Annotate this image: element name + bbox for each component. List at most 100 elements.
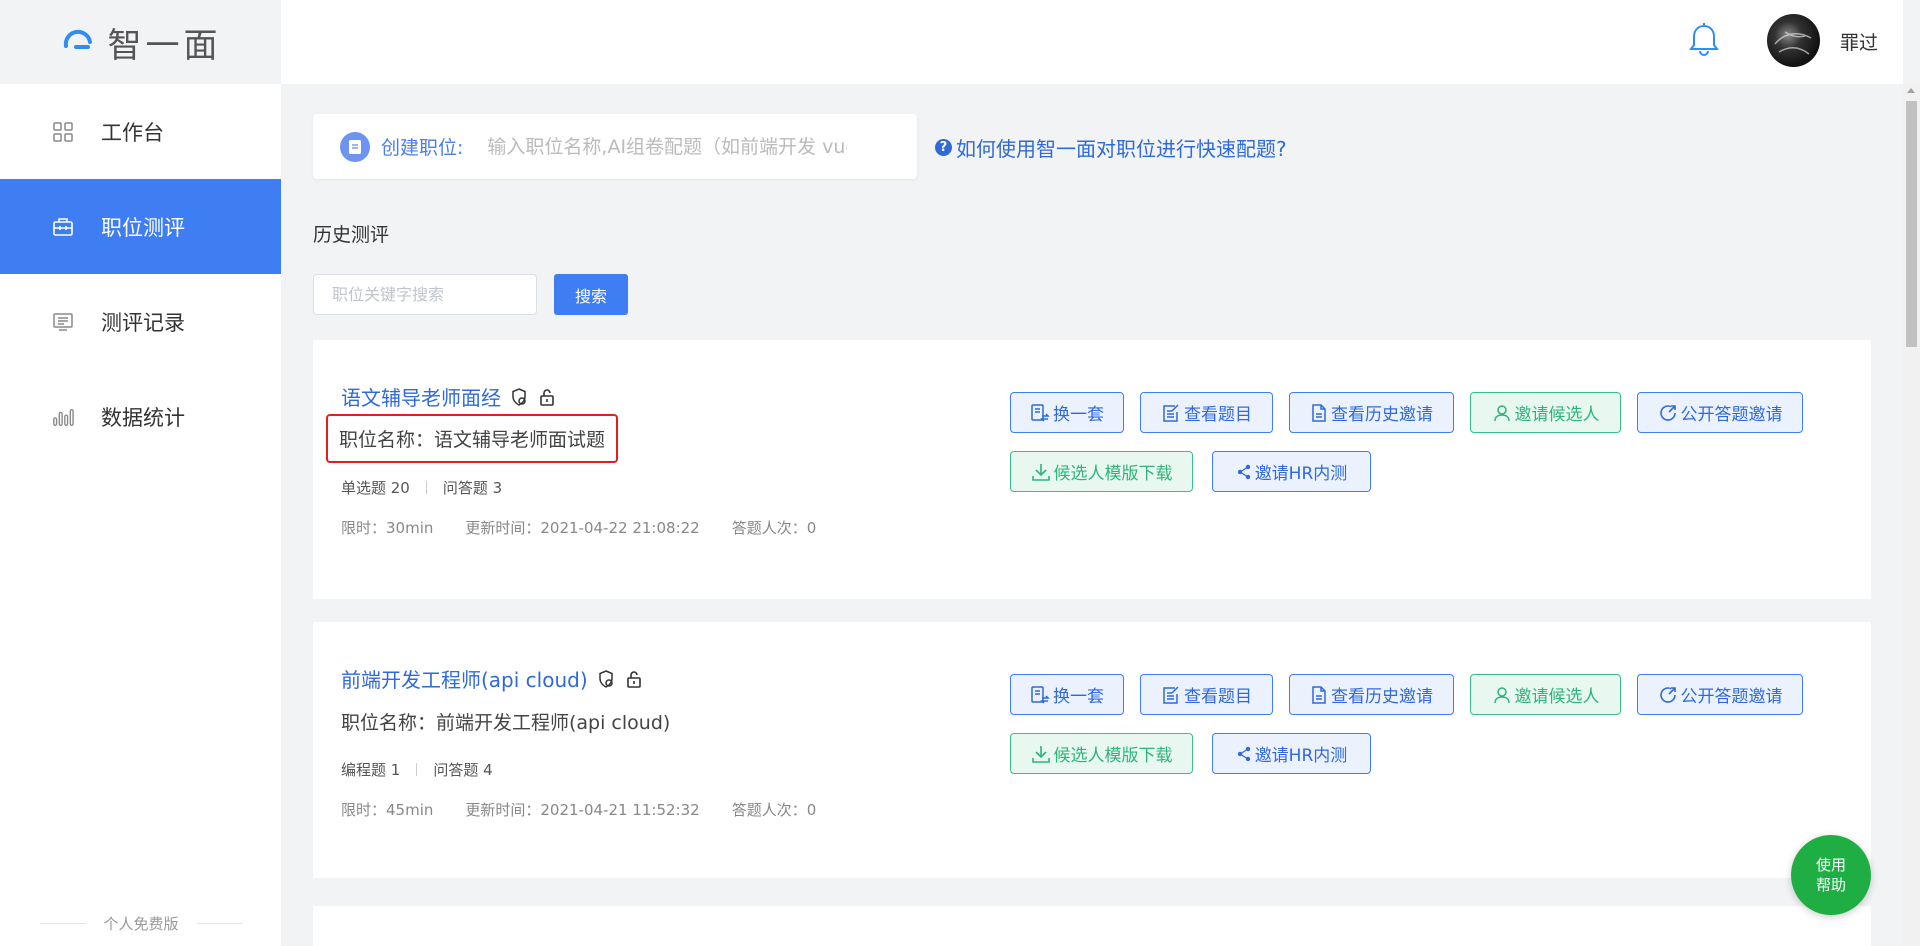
sidebar-item-label: 数据统计	[101, 405, 185, 430]
document-icon	[340, 131, 370, 162]
create-position-input[interactable]	[487, 135, 848, 158]
view-history-invites-button[interactable]: 查看历史邀请	[1289, 392, 1454, 433]
change-set-button[interactable]: 换一套	[1010, 392, 1124, 433]
button-label: 查看题目	[1184, 687, 1252, 707]
button-label: 邀请候选人	[1514, 687, 1600, 707]
invite-hr-button[interactable]: 邀请HR内测	[1212, 733, 1371, 774]
share-icon	[1237, 746, 1250, 761]
swap-doc-icon	[1031, 403, 1050, 422]
button-label: 查看题目	[1184, 405, 1252, 425]
card-title-text[interactable]: 语文辅导老师面经	[341, 382, 501, 411]
user-icon	[1493, 686, 1510, 703]
button-label: 查看历史邀请	[1331, 405, 1433, 425]
scrollbar[interactable]	[1903, 84, 1920, 946]
question-counts: 编程题 1 问答题 4	[341, 759, 493, 780]
help-link-text: 如何使用智一面对职位进行快速配题?	[956, 137, 1287, 161]
shield-icon[interactable]	[596, 669, 616, 689]
button-label: 邀请HR内测	[1254, 746, 1348, 766]
button-label: 邀请候选人	[1514, 405, 1600, 425]
card-title[interactable]: 语文辅导老师面经	[341, 382, 557, 411]
answer-count: 答题人次：0	[731, 801, 817, 819]
button-label: 公开答题邀请	[1680, 687, 1783, 707]
file-icon	[1312, 403, 1326, 422]
view-history-invites-button[interactable]: 查看历史邀请	[1289, 674, 1454, 715]
search-input[interactable]	[313, 274, 537, 315]
bell-icon[interactable]	[1687, 22, 1721, 58]
swap-doc-icon	[1031, 685, 1050, 704]
count-qa: 问答题 4	[433, 761, 493, 779]
change-set-button[interactable]: 换一套	[1010, 674, 1124, 715]
edit-doc-icon	[1163, 685, 1179, 704]
count-qa: 问答题 3	[442, 479, 503, 497]
logo-text: 智一面	[107, 25, 222, 66]
plan-label: 个人免费版	[40, 913, 243, 934]
unlock-icon[interactable]	[624, 669, 644, 689]
assessment-card: 前端开发工程师(api cloud) 职位名称：前端开发工程师(api clou…	[313, 622, 1871, 878]
grid-icon	[52, 121, 74, 143]
logo-icon	[63, 29, 92, 49]
sidebar-item-label: 测评记录	[101, 310, 185, 335]
template-download-button[interactable]: 候选人模版下载	[1010, 451, 1193, 492]
count-single-choice: 单选题 20	[341, 479, 410, 497]
time-limit: 限时：45min	[341, 801, 434, 819]
public-invite-button[interactable]: 公开答题邀请	[1637, 392, 1803, 433]
assessment-card: 语文辅导老师面经 职位名称：语文辅导老师面试题 单选题 20 问答题 3 限时：…	[313, 340, 1871, 599]
create-position-label: 创建职位:	[381, 137, 464, 159]
view-questions-button[interactable]: 查看题目	[1140, 674, 1273, 715]
job-name: 职位名称：语文辅导老师面试题	[325, 414, 619, 463]
divider	[196, 923, 243, 924]
help-link[interactable]: ? 如何使用智一面对职位进行快速配题?	[935, 133, 1287, 162]
button-label: 候选人模版下载	[1053, 746, 1173, 766]
button-label: 查看历史邀请	[1331, 687, 1433, 707]
sidebar-item-workbench[interactable]: 工作台	[0, 84, 281, 179]
assessment-card	[313, 906, 1871, 946]
create-position-box: 创建职位:	[313, 114, 917, 179]
invite-candidate-button[interactable]: 邀请候选人	[1470, 674, 1621, 715]
unlock-icon[interactable]	[537, 387, 557, 407]
user-icon	[1493, 404, 1510, 421]
view-questions-button[interactable]: 查看题目	[1140, 392, 1273, 433]
sidebar-item-label: 工作台	[101, 120, 164, 145]
scrollbar-thumb[interactable]	[1906, 101, 1917, 347]
username[interactable]: 罪过	[1840, 28, 1878, 55]
record-list-icon	[52, 311, 74, 333]
button-label: 邀请HR内测	[1254, 464, 1348, 484]
divider	[425, 481, 427, 494]
sidebar-item-records[interactable]: 测评记录	[0, 274, 281, 369]
sidebar-item-job-assessment[interactable]: 职位测评	[0, 179, 281, 274]
invite-candidate-button[interactable]: 邀请候选人	[1470, 392, 1621, 433]
share-out-icon	[1659, 404, 1676, 421]
card-title-text[interactable]: 前端开发工程师(api cloud)	[341, 664, 588, 693]
sidebar-item-label: 职位测评	[101, 215, 185, 240]
briefcase-icon	[52, 216, 74, 238]
help-button[interactable]: 使用 帮助	[1791, 835, 1871, 915]
search-button[interactable]: 搜索	[554, 274, 628, 315]
avatar[interactable]	[1767, 14, 1820, 67]
public-invite-button[interactable]: 公开答题邀请	[1637, 674, 1803, 715]
question-icon: ?	[935, 139, 952, 156]
button-label: 换一套	[1053, 405, 1104, 425]
scroll-up-arrow-icon[interactable]	[1907, 88, 1915, 93]
share-out-icon	[1659, 686, 1676, 703]
invite-hr-button[interactable]: 邀请HR内测	[1212, 451, 1371, 492]
help-button-label: 帮助	[1815, 876, 1846, 894]
edit-doc-icon	[1163, 403, 1179, 422]
divider	[416, 763, 418, 776]
sidebar: 智一面 工作台 职位测评 测评记录 数据统计 个人免费版	[0, 0, 281, 946]
template-download-button[interactable]: 候选人模版下载	[1010, 733, 1193, 774]
divider	[40, 923, 86, 924]
button-label: 换一套	[1053, 687, 1104, 707]
top-header: 罪过	[281, 0, 1903, 84]
logo[interactable]: 智一面	[0, 0, 281, 84]
button-label: 公开答题邀请	[1680, 405, 1783, 425]
update-time: 更新时间：2021-04-22 21:08:22	[465, 519, 700, 537]
plan-text: 个人免费版	[103, 915, 179, 933]
shield-icon[interactable]	[509, 387, 529, 407]
card-title[interactable]: 前端开发工程师(api cloud)	[341, 664, 644, 693]
sidebar-item-statistics[interactable]: 数据统计	[0, 369, 281, 464]
question-counts: 单选题 20 问答题 3	[341, 477, 502, 498]
file-icon	[1312, 685, 1326, 704]
count-coding: 编程题 1	[341, 761, 401, 779]
download-icon	[1031, 463, 1050, 481]
time-limit: 限时：30min	[341, 519, 434, 537]
